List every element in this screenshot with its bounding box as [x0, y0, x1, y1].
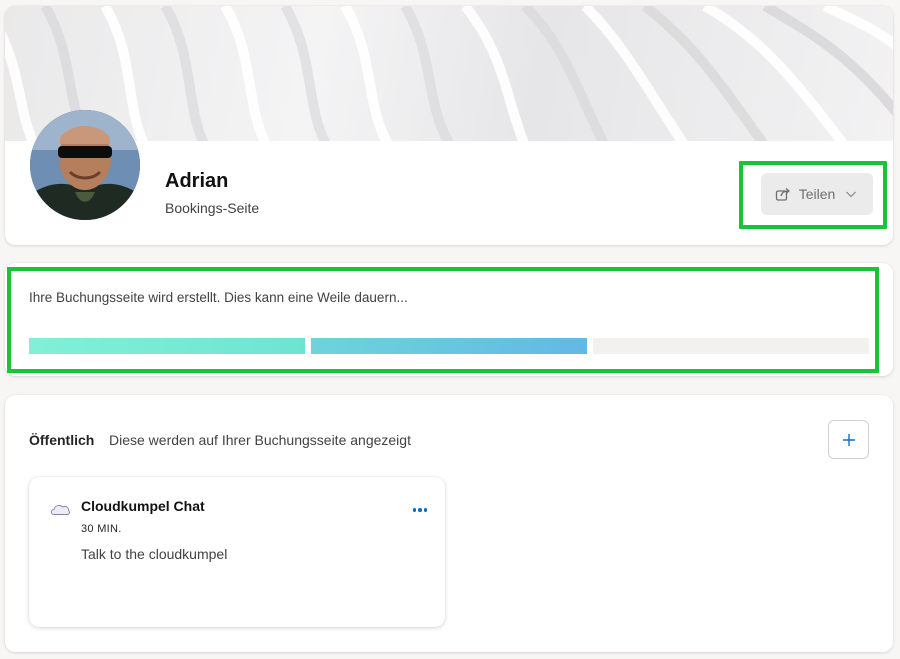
service-name: Cloudkumpel Chat [81, 498, 205, 514]
progress-message: Ihre Buchungsseite wird erstellt. Dies k… [29, 290, 408, 305]
share-icon [775, 186, 791, 202]
profile-name: Adrian [165, 170, 229, 192]
service-description: Talk to the cloudkumpel [81, 546, 228, 562]
section-title: Öffentlich [29, 432, 95, 448]
plus-icon [842, 433, 855, 446]
profile-card: Adrian Bookings-Seite Teilen [5, 6, 893, 245]
add-service-button[interactable] [828, 420, 869, 459]
chevron-down-icon [843, 186, 859, 202]
progress-bar [29, 338, 869, 354]
cloud-icon [50, 504, 71, 515]
section-description: Diese werden auf Ihrer Buchungsseite ang… [109, 432, 411, 448]
service-duration: 30 MIN. [81, 523, 122, 535]
more-options-icon[interactable] [409, 505, 431, 515]
progress-segment-3 [593, 338, 869, 354]
share-button[interactable]: Teilen [761, 173, 873, 215]
share-button-label: Teilen [798, 186, 836, 202]
public-services-card: Öffentlich Diese werden auf Ihrer Buchun… [5, 395, 893, 652]
profile-subtitle: Bookings-Seite [165, 200, 260, 216]
progress-card: Ihre Buchungsseite wird erstellt. Dies k… [5, 263, 893, 376]
cover-banner [5, 6, 893, 141]
progress-highlight-frame [7, 267, 879, 373]
progress-segment-2 [311, 338, 587, 354]
banner-wave-pattern [5, 6, 893, 141]
avatar[interactable] [30, 110, 140, 220]
service-card[interactable]: Cloudkumpel Chat 30 MIN. Talk to the clo… [29, 477, 445, 627]
avatar-photo [30, 110, 140, 220]
progress-segment-1 [29, 338, 305, 354]
